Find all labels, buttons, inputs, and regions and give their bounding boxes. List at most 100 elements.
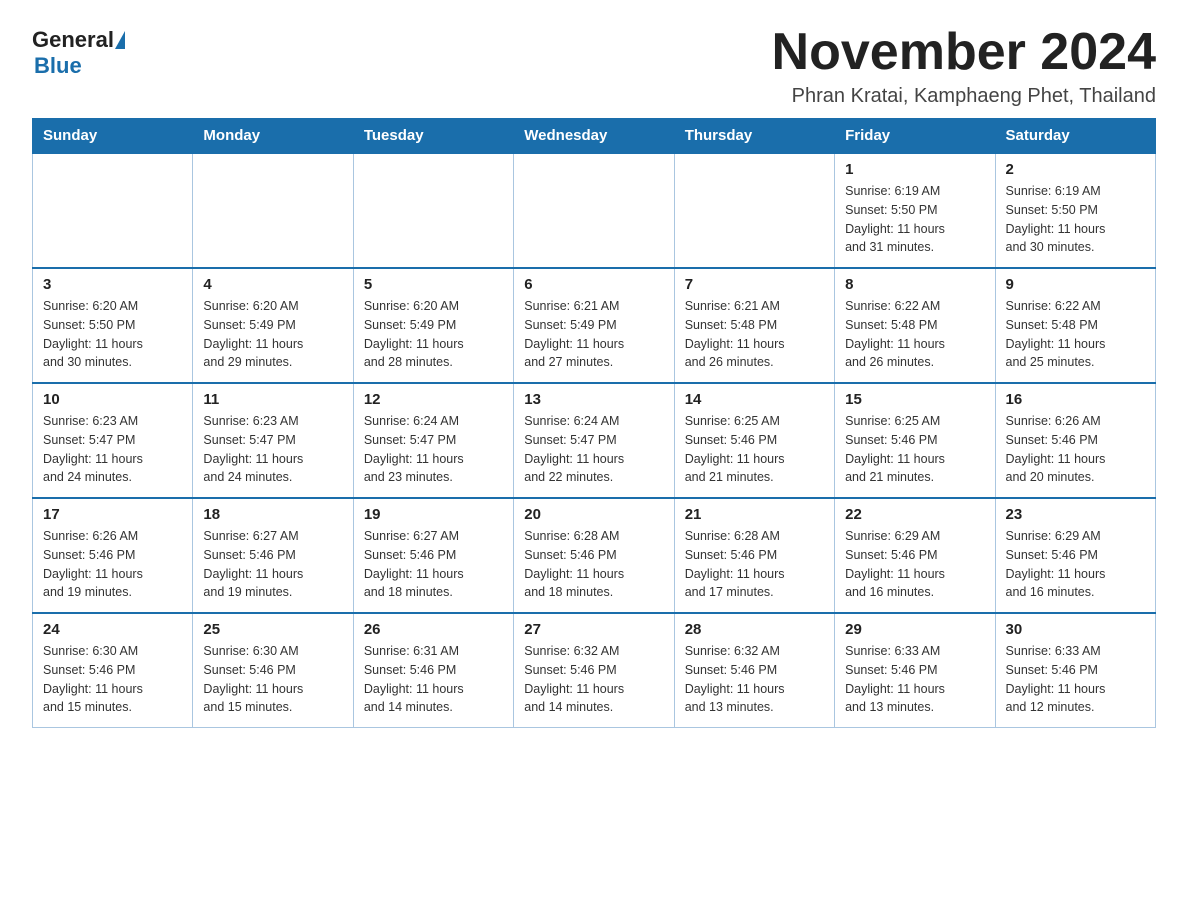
- calendar-cell: 2 Sunrise: 6:19 AM Sunset: 5:50 PM Daylig…: [995, 153, 1155, 268]
- day-number: 14: [685, 391, 824, 408]
- calendar-cell: 29Sunrise: 6:33 AM Sunset: 5:46 PM Dayli…: [835, 613, 995, 728]
- day-number: 21: [685, 506, 824, 523]
- logo: General Blue: [32, 24, 126, 78]
- day-number: 23: [1006, 506, 1145, 523]
- calendar-cell: 7 Sunrise: 6:21 AM Sunset: 5:48 PM Daylig…: [674, 268, 834, 383]
- day-info: Sunrise: 6:28 AM Sunset: 5:46 PM Dayligh…: [685, 527, 824, 602]
- day-info: Sunrise: 6:28 AM Sunset: 5:46 PM Dayligh…: [524, 527, 663, 602]
- day-info: Sunrise: 6:23 AM Sunset: 5:47 PM Dayligh…: [203, 412, 342, 487]
- day-info: Sunrise: 6:27 AM Sunset: 5:46 PM Dayligh…: [203, 527, 342, 602]
- week-row: 10 Sunrise: 6:23 AM Sunset: 5:47 PM Dayli…: [33, 383, 1156, 498]
- calendar-cell: 24 Sunrise: 6:30 AM Sunset: 5:46 PM Dayli…: [33, 613, 193, 728]
- logo-triangle-icon: [115, 31, 125, 49]
- day-number: 6: [524, 276, 663, 293]
- day-info: Sunrise: 6:32 AM Sunset: 5:46 PM Dayligh…: [685, 642, 824, 717]
- calendar-cell: 28 Sunrise: 6:32 AM Sunset: 5:46 PM Dayli…: [674, 613, 834, 728]
- day-info: Sunrise: 6:33 AM Sunset: 5:46 PM Dayligh…: [1006, 642, 1145, 717]
- logo-general-text: General: [32, 28, 114, 52]
- calendar-cell: 26 Sunrise: 6:31 AM Sunset: 5:46 PM Dayli…: [353, 613, 513, 728]
- day-info: Sunrise: 6:20 AM Sunset: 5:49 PM Dayligh…: [203, 297, 342, 372]
- day-number: 27: [524, 621, 663, 638]
- day-number: 20: [524, 506, 663, 523]
- day-info: Sunrise: 6:27 AM Sunset: 5:46 PM Dayligh…: [364, 527, 503, 602]
- day-info: Sunrise: 6:20 AM Sunset: 5:49 PM Dayligh…: [364, 297, 503, 372]
- day-info: Sunrise: 6:30 AM Sunset: 5:46 PM Dayligh…: [43, 642, 182, 717]
- calendar-cell: [33, 153, 193, 268]
- calendar-day-header: Monday: [193, 119, 353, 154]
- calendar-cell: 6 Sunrise: 6:21 AM Sunset: 5:49 PM Daylig…: [514, 268, 674, 383]
- day-info: Sunrise: 6:22 AM Sunset: 5:48 PM Dayligh…: [845, 297, 984, 372]
- calendar-cell: 19 Sunrise: 6:27 AM Sunset: 5:46 PM Dayli…: [353, 498, 513, 613]
- calendar-cell: 17 Sunrise: 6:26 AM Sunset: 5:46 PM Dayli…: [33, 498, 193, 613]
- day-number: 10: [43, 391, 182, 408]
- day-info: Sunrise: 6:21 AM Sunset: 5:48 PM Dayligh…: [685, 297, 824, 372]
- day-number: 3: [43, 276, 182, 293]
- day-info: Sunrise: 6:29 AM Sunset: 5:46 PM Dayligh…: [1006, 527, 1145, 602]
- day-number: 19: [364, 506, 503, 523]
- title-block: November 2024 Phran Kratai, Kamphaeng Ph…: [772, 24, 1156, 108]
- calendar-cell: [514, 153, 674, 268]
- calendar-cell: 14 Sunrise: 6:25 AM Sunset: 5:46 PM Dayli…: [674, 383, 834, 498]
- calendar-cell: 30 Sunrise: 6:33 AM Sunset: 5:46 PM Dayli…: [995, 613, 1155, 728]
- day-number: 29: [845, 621, 984, 638]
- day-number: 30: [1006, 621, 1145, 638]
- day-number: 16: [1006, 391, 1145, 408]
- day-info: Sunrise: 6:20 AM Sunset: 5:50 PM Dayligh…: [43, 297, 182, 372]
- day-number: 12: [364, 391, 503, 408]
- calendar-cell: 5Sunrise: 6:20 AM Sunset: 5:49 PM Daylig…: [353, 268, 513, 383]
- week-row: 17 Sunrise: 6:26 AM Sunset: 5:46 PM Dayli…: [33, 498, 1156, 613]
- calendar-cell: 15Sunrise: 6:25 AM Sunset: 5:46 PM Dayli…: [835, 383, 995, 498]
- week-row: 1 Sunrise: 6:19 AM Sunset: 5:50 PM Daylig…: [33, 153, 1156, 268]
- calendar-cell: 4 Sunrise: 6:20 AM Sunset: 5:49 PM Daylig…: [193, 268, 353, 383]
- day-info: Sunrise: 6:26 AM Sunset: 5:46 PM Dayligh…: [1006, 412, 1145, 487]
- day-info: Sunrise: 6:21 AM Sunset: 5:49 PM Dayligh…: [524, 297, 663, 372]
- day-info: Sunrise: 6:32 AM Sunset: 5:46 PM Dayligh…: [524, 642, 663, 717]
- day-info: Sunrise: 6:25 AM Sunset: 5:46 PM Dayligh…: [685, 412, 824, 487]
- day-number: 4: [203, 276, 342, 293]
- day-number: 1: [845, 161, 984, 178]
- day-info: Sunrise: 6:31 AM Sunset: 5:46 PM Dayligh…: [364, 642, 503, 717]
- day-info: Sunrise: 6:19 AM Sunset: 5:50 PM Dayligh…: [1006, 182, 1145, 257]
- day-number: 11: [203, 391, 342, 408]
- day-number: 24: [43, 621, 182, 638]
- calendar-cell: 21 Sunrise: 6:28 AM Sunset: 5:46 PM Dayli…: [674, 498, 834, 613]
- calendar-day-header: Saturday: [995, 119, 1155, 154]
- calendar-cell: 9 Sunrise: 6:22 AM Sunset: 5:48 PM Daylig…: [995, 268, 1155, 383]
- day-number: 17: [43, 506, 182, 523]
- day-number: 9: [1006, 276, 1145, 293]
- day-info: Sunrise: 6:23 AM Sunset: 5:47 PM Dayligh…: [43, 412, 182, 487]
- month-title: November 2024: [772, 24, 1156, 81]
- day-info: Sunrise: 6:29 AM Sunset: 5:46 PM Dayligh…: [845, 527, 984, 602]
- calendar-cell: [353, 153, 513, 268]
- calendar-cell: 10 Sunrise: 6:23 AM Sunset: 5:47 PM Dayli…: [33, 383, 193, 498]
- calendar-cell: 23 Sunrise: 6:29 AM Sunset: 5:46 PM Dayli…: [995, 498, 1155, 613]
- calendar-day-header: Tuesday: [353, 119, 513, 154]
- calendar-cell: 18 Sunrise: 6:27 AM Sunset: 5:46 PM Dayli…: [193, 498, 353, 613]
- calendar-cell: 27 Sunrise: 6:32 AM Sunset: 5:46 PM Dayli…: [514, 613, 674, 728]
- calendar-header-row: SundayMondayTuesdayWednesdayThursdayFrid…: [33, 119, 1156, 154]
- day-number: 22: [845, 506, 984, 523]
- week-row: 3 Sunrise: 6:20 AM Sunset: 5:50 PM Daylig…: [33, 268, 1156, 383]
- day-info: Sunrise: 6:22 AM Sunset: 5:48 PM Dayligh…: [1006, 297, 1145, 372]
- calendar-day-header: Friday: [835, 119, 995, 154]
- calendar-cell: 13Sunrise: 6:24 AM Sunset: 5:47 PM Dayli…: [514, 383, 674, 498]
- calendar-day-header: Thursday: [674, 119, 834, 154]
- day-number: 26: [364, 621, 503, 638]
- calendar-cell: 1Sunrise: 6:19 AM Sunset: 5:50 PM Daylig…: [835, 153, 995, 268]
- calendar-cell: 20 Sunrise: 6:28 AM Sunset: 5:46 PM Dayli…: [514, 498, 674, 613]
- day-info: Sunrise: 6:26 AM Sunset: 5:46 PM Dayligh…: [43, 527, 182, 602]
- calendar-cell: 25Sunrise: 6:30 AM Sunset: 5:46 PM Dayli…: [193, 613, 353, 728]
- calendar-cell: 12Sunrise: 6:24 AM Sunset: 5:47 PM Dayli…: [353, 383, 513, 498]
- day-number: 7: [685, 276, 824, 293]
- day-number: 18: [203, 506, 342, 523]
- calendar-cell: 8 Sunrise: 6:22 AM Sunset: 5:48 PM Daylig…: [835, 268, 995, 383]
- day-number: 2: [1006, 161, 1145, 178]
- day-number: 15: [845, 391, 984, 408]
- calendar-cell: [193, 153, 353, 268]
- calendar-day-header: Sunday: [33, 119, 193, 154]
- calendar-table: SundayMondayTuesdayWednesdayThursdayFrid…: [32, 118, 1156, 728]
- location-subtitle: Phran Kratai, Kamphaeng Phet, Thailand: [772, 85, 1156, 108]
- calendar-cell: 11 Sunrise: 6:23 AM Sunset: 5:47 PM Dayli…: [193, 383, 353, 498]
- day-number: 8: [845, 276, 984, 293]
- day-number: 28: [685, 621, 824, 638]
